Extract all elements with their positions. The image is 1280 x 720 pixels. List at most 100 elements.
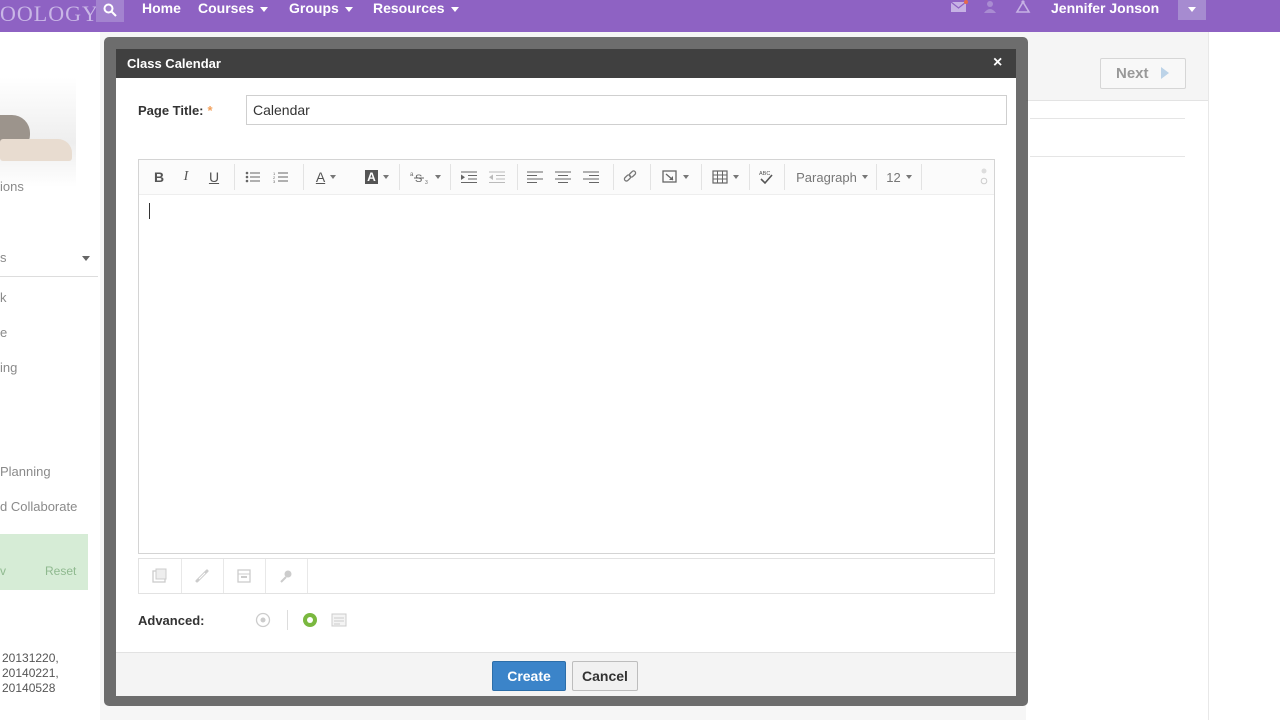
user-menu-button[interactable] — [1178, 0, 1206, 20]
sidebar-link[interactable]: ing — [0, 360, 17, 375]
toolbar-separator — [876, 164, 877, 190]
sidebar-link[interactable]: d Collaborate — [0, 499, 77, 514]
attach-link-icon — [195, 569, 209, 583]
font-size-label: 12 — [886, 169, 901, 185]
font-size-select[interactable]: 12 — [883, 160, 915, 194]
align-center-icon — [555, 171, 571, 183]
left-sidebar: ions s k e ing Planning d Collaborate v … — [0, 32, 100, 720]
nav-resources[interactable]: Resources — [373, 0, 459, 16]
svg-text:3: 3 — [425, 180, 428, 184]
link-button[interactable] — [620, 160, 640, 194]
underline-button[interactable]: U — [206, 160, 222, 194]
settings-radio-icon[interactable] — [255, 612, 271, 628]
link-icon — [623, 170, 637, 182]
sidebar-link[interactable]: k — [0, 290, 7, 305]
embed-code-icon[interactable] — [331, 612, 347, 628]
filter-reset-link[interactable]: Reset — [45, 564, 76, 578]
align-left-button[interactable] — [525, 160, 545, 194]
page-title-label-text: Page Title: — [138, 103, 204, 118]
nav-courses[interactable]: Courses — [198, 0, 269, 16]
create-button[interactable]: Create — [492, 661, 566, 691]
insert-media-icon — [661, 170, 677, 183]
chevron-down-icon — [861, 175, 868, 179]
toolbar-more-button[interactable] — [979, 160, 989, 194]
page-title-input[interactable] — [246, 95, 1007, 125]
sidebar-link[interactable]: ions — [0, 179, 24, 194]
table-icon — [711, 170, 728, 184]
toolbar-separator — [450, 164, 451, 190]
italic-button[interactable]: I — [179, 160, 193, 194]
nav-groups[interactable]: Groups — [289, 0, 353, 16]
advanced-label: Advanced: — [138, 613, 205, 628]
next-button[interactable]: Next — [1100, 58, 1186, 89]
logo[interactable]: OOLOGY — [0, 0, 99, 32]
align-right-button[interactable] — [581, 160, 601, 194]
toolbar-separator — [399, 164, 400, 190]
notifications-icon[interactable] — [1014, 0, 1032, 14]
attach-file-icon — [152, 568, 167, 583]
people-icon[interactable] — [982, 0, 1000, 14]
next-button-label: Next — [1116, 65, 1149, 82]
bullet-list-button[interactable] — [243, 160, 263, 194]
text-cursor — [149, 203, 150, 219]
chevron-down-icon — [732, 175, 739, 179]
outdent-button[interactable] — [487, 160, 507, 194]
numbered-list-button[interactable]: 123 — [271, 160, 291, 194]
paragraph-format-select[interactable]: Paragraph — [791, 160, 873, 194]
advanced-separator — [287, 610, 288, 630]
highlight-color-button[interactable]: A — [360, 160, 394, 194]
arrow-right-icon — [1161, 67, 1169, 79]
nav-home-label: Home — [142, 0, 181, 16]
microphone-icon — [280, 570, 292, 583]
toolbar-separator — [749, 164, 750, 190]
chevron-down-icon — [382, 175, 389, 179]
mail-icon[interactable] — [950, 0, 968, 14]
bold-button[interactable]: B — [151, 160, 167, 194]
toolbar-separator — [921, 164, 922, 190]
font-color-button[interactable]: A — [311, 160, 341, 194]
outdent-icon — [489, 171, 505, 183]
attach-file-button[interactable] — [139, 559, 182, 593]
course-thumbnail[interactable] — [0, 77, 76, 187]
sidebar-link[interactable]: e — [0, 325, 7, 340]
sidebar-select-label: s — [0, 250, 7, 265]
align-center-button[interactable] — [553, 160, 573, 194]
editor-toolbar: B I U 123 A A aS3 — [139, 160, 994, 195]
script-format-button[interactable]: aS3 — [407, 160, 443, 194]
indent-icon — [461, 171, 477, 183]
svg-text:ABC: ABC — [759, 171, 770, 177]
chevron-down-icon — [330, 175, 337, 179]
attachment-bar — [138, 558, 995, 594]
cancel-button[interactable]: Cancel — [572, 661, 638, 691]
table-button[interactable] — [708, 160, 742, 194]
nav-home[interactable]: Home — [142, 0, 181, 16]
class-calendar-modal: Class Calendar × Page Title:* B I U 123 … — [116, 49, 1016, 696]
numbered-list-icon: 123 — [273, 171, 288, 183]
rich-text-editor[interactable]: B I U 123 A A aS3 — [138, 159, 995, 584]
date-text: 20140528 — [2, 681, 56, 695]
insert-media-button[interactable] — [657, 160, 693, 194]
close-icon[interactable]: × — [993, 54, 1002, 72]
align-right-icon — [583, 171, 599, 183]
spellcheck-button[interactable]: ABC — [755, 160, 777, 194]
filter-view-link[interactable]: v — [0, 564, 6, 578]
published-status-icon[interactable] — [302, 612, 318, 628]
user-name[interactable]: Jennifer Jonson — [1051, 0, 1159, 16]
toolbar-separator — [613, 164, 614, 190]
date-text: 20140221, — [2, 666, 59, 680]
sidebar-link[interactable]: Planning — [0, 464, 51, 479]
sidebar-select[interactable]: s — [0, 242, 98, 277]
align-left-icon — [527, 171, 543, 183]
search-button[interactable] — [96, 0, 124, 22]
bullet-list-icon — [245, 171, 260, 183]
nav-groups-label: Groups — [289, 0, 339, 16]
indent-button[interactable] — [459, 160, 479, 194]
attach-audio-button[interactable] — [265, 559, 308, 593]
toolbar-separator — [517, 164, 518, 190]
highlight-color-icon: A — [365, 170, 378, 184]
more-icon — [980, 168, 988, 185]
attach-resource-button[interactable] — [223, 559, 266, 593]
modal-header: Class Calendar × — [116, 49, 1016, 78]
chevron-down-icon — [344, 6, 353, 12]
attach-link-button[interactable] — [181, 559, 224, 593]
